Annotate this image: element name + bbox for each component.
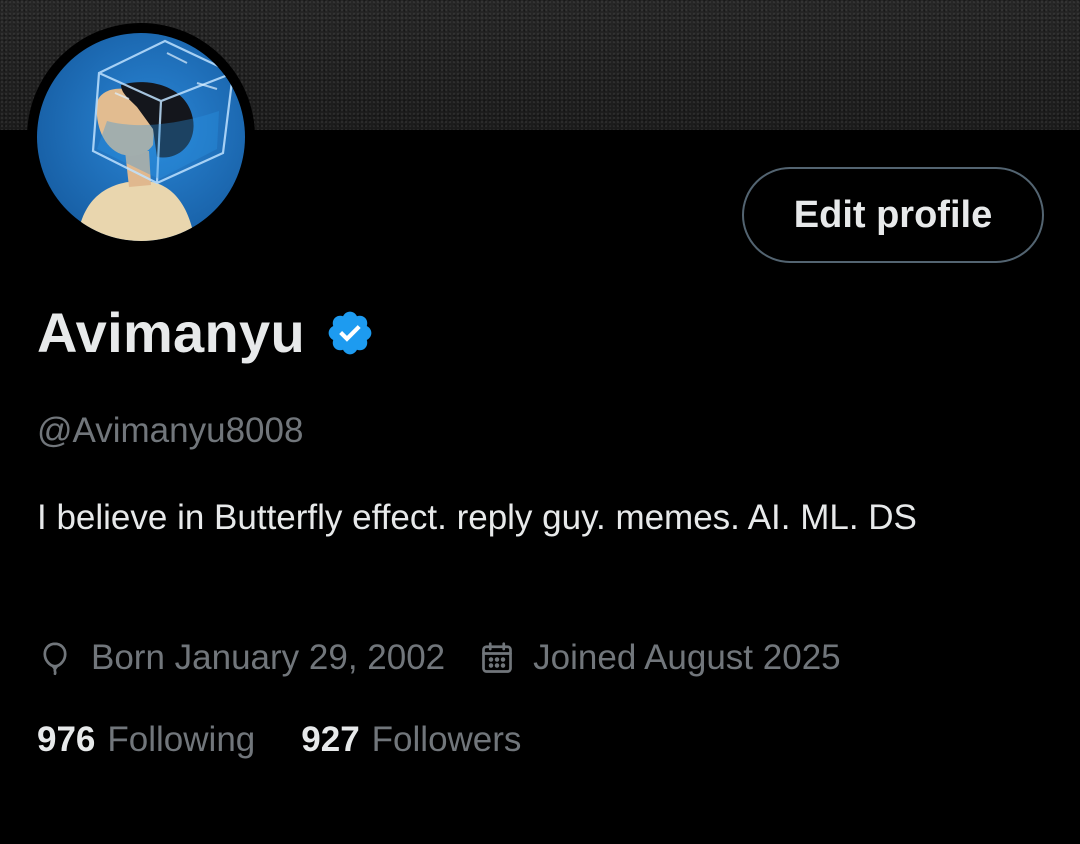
user-handle: @Avimanyu8008 [37, 411, 304, 450]
profile-stats: 976 Following 927 Followers [37, 720, 521, 770]
following-count: 976 [37, 720, 96, 759]
profile-meta: Born January 29, 2002 Joined August 2025 [37, 633, 841, 683]
birth-date-text: Born January 29, 2002 [91, 638, 446, 677]
verified-badge-icon[interactable] [325, 308, 375, 358]
display-name: Avimanyu [37, 301, 305, 364]
following-label: Following [107, 720, 256, 759]
join-date: Joined August 2025 [479, 638, 841, 678]
profile-bio: I believe in Butterfly effect. reply guy… [37, 498, 917, 537]
followers-count: 927 [301, 720, 360, 759]
name-row: Avimanyu [37, 298, 375, 368]
calendar-icon [479, 640, 515, 676]
following-link[interactable]: 976 Following [37, 720, 255, 760]
balloon-icon [37, 640, 73, 676]
join-date-text: Joined August 2025 [533, 638, 841, 677]
edit-profile-button[interactable]: Edit profile [742, 167, 1044, 263]
avatar[interactable] [37, 33, 245, 241]
profile-page: Edit profile Avimanyu @Avimanyu8008 I be… [0, 0, 1080, 844]
birth-date: Born January 29, 2002 [37, 638, 445, 678]
avatar-image [37, 33, 245, 241]
followers-label: Followers [371, 720, 522, 759]
followers-link[interactable]: 927 Followers [301, 720, 521, 760]
